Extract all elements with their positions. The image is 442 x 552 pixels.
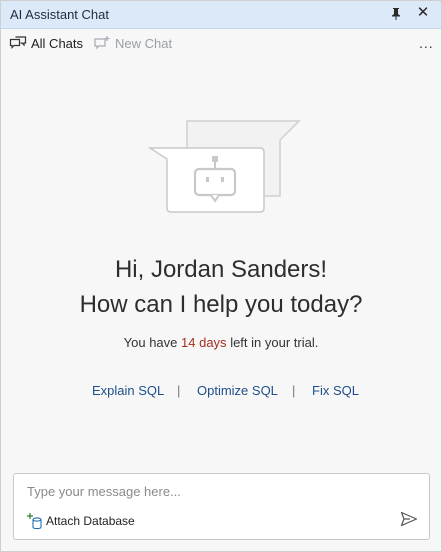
attach-database-label: Attach Database [46,514,135,528]
separator: | [292,383,296,398]
all-chats-button[interactable]: All Chats [9,34,83,52]
new-chat-button[interactable]: New Chat [93,34,172,52]
close-icon[interactable]: ✕ [415,4,431,22]
trial-prefix: You have [123,335,178,350]
chats-icon [9,36,27,49]
attach-database-button[interactable]: Attach Database [26,512,135,530]
all-chats-label: All Chats [31,35,84,51]
greeting-line-1: Hi, Jordan Sanders! [114,256,328,283]
new-chat-label: New Chat [115,35,173,51]
toolbar: All Chats New Chat ... [1,29,441,57]
quick-actions: Explain SQL | Optimize SQL | Fix SQL [1,383,441,401]
pin-icon[interactable] [389,7,403,21]
assistant-window: AI Assistant Chat ✕ All Chats New Chat .… [0,0,442,552]
attach-database-icon [27,513,42,530]
fix-sql-link[interactable]: Fix SQL [312,383,359,398]
trial-days: 14 days [181,335,227,350]
explain-sql-link[interactable]: Explain SQL [92,383,164,398]
message-input[interactable]: Type your message here... Attach Databas… [13,473,430,540]
trial-notice: You have 14 days left in your trial. [1,335,441,350]
message-placeholder: Type your message here... [27,484,181,499]
window-title: AI Assistant Chat [10,7,109,22]
optimize-sql-link[interactable]: Optimize SQL [197,383,278,398]
separator: | [177,383,181,398]
trial-suffix: left in your trial. [230,335,319,350]
chat-bot-illustration-icon [147,120,301,213]
new-chat-icon [94,36,110,50]
more-options-icon[interactable]: ... [419,35,434,51]
send-icon[interactable] [400,511,418,527]
title-bar: AI Assistant Chat ✕ [1,1,441,29]
greeting-line-2: How can I help you today? [79,291,363,318]
